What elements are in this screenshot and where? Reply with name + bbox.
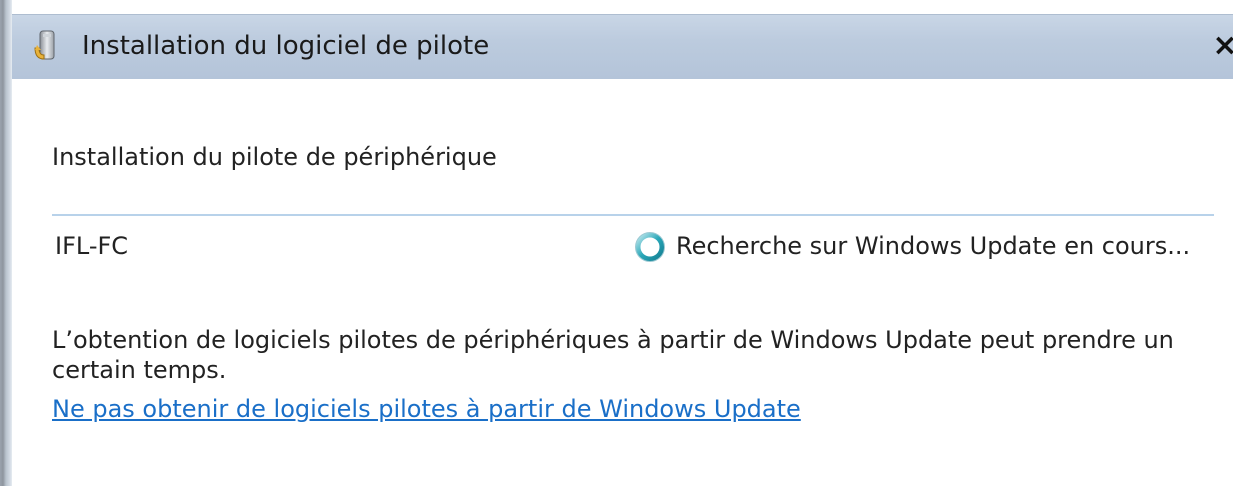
info-message: L’obtention de logiciels pilotes de péri… <box>52 326 1174 384</box>
divider <box>52 214 1214 216</box>
dialog-content: Installation du pilote de périphérique I… <box>12 79 1233 486</box>
spinner-icon <box>634 231 666 263</box>
device-status: Recherche sur Windows Update en cours... <box>676 232 1191 260</box>
driver-install-dialog: Installation du logiciel de pilote × Ins… <box>0 0 1233 486</box>
driver-install-icon <box>34 28 60 62</box>
window-top-edge <box>12 0 1233 14</box>
device-name: IFL-FC <box>55 232 129 260</box>
window-title: Installation du logiciel de pilote <box>82 31 490 61</box>
window-frame-left <box>0 0 12 486</box>
title-bar[interactable]: Installation du logiciel de pilote × <box>12 14 1233 79</box>
close-button[interactable]: × <box>1210 29 1233 63</box>
skip-windows-update-link[interactable]: Ne pas obtenir de logiciels pilotes à pa… <box>52 395 801 423</box>
section-heading: Installation du pilote de périphérique <box>52 143 497 171</box>
